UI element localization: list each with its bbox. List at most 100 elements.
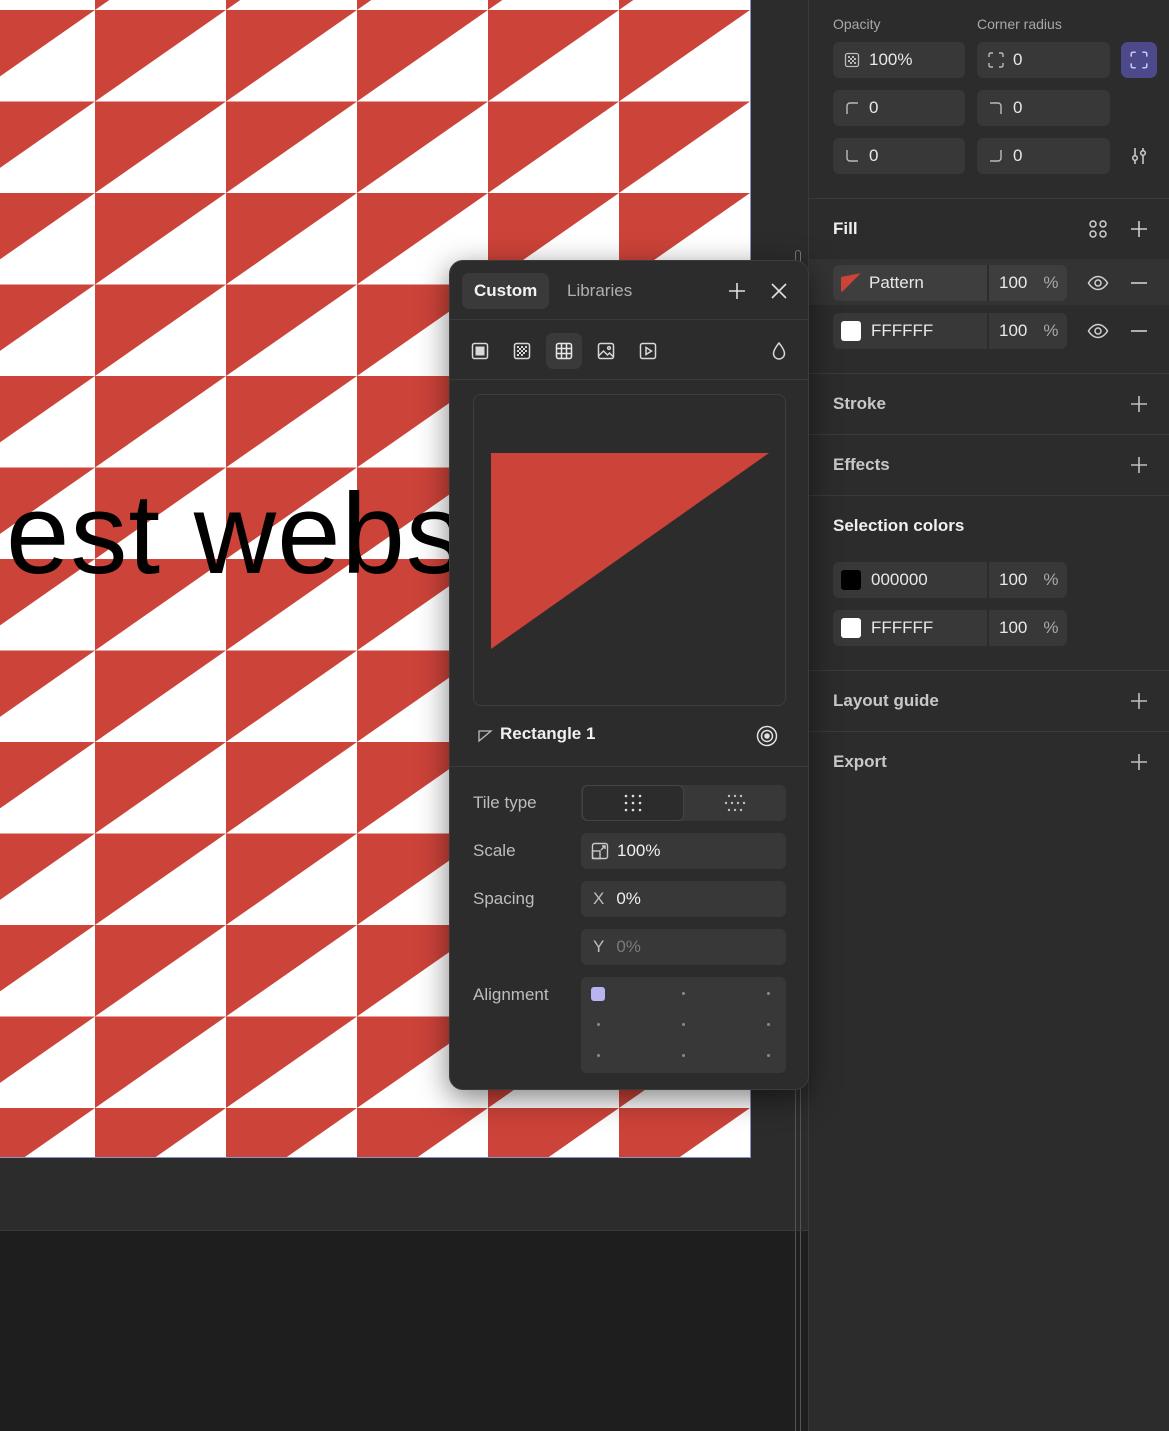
alignment-middle-right[interactable] xyxy=(767,1023,770,1026)
white-swatch[interactable] xyxy=(841,618,861,638)
alignment-bottom-right[interactable] xyxy=(767,1054,770,1057)
pattern-triangle xyxy=(750,10,751,102)
corner-top-right-field[interactable]: 0 xyxy=(977,90,1110,126)
fill-solid-opacity-value: 100 xyxy=(999,321,1028,340)
independent-corners-toggle[interactable] xyxy=(1121,42,1157,78)
add-fill-button[interactable] xyxy=(1127,217,1151,241)
white-swatch[interactable] xyxy=(841,321,861,341)
alignment-bottom-center[interactable] xyxy=(682,1054,685,1057)
alignment-center[interactable] xyxy=(682,1023,685,1026)
canvas-text-layer[interactable]: est webs xyxy=(6,478,464,592)
pattern-triangle xyxy=(95,10,226,102)
close-icon xyxy=(771,283,787,299)
fill-solid-opacity[interactable]: 100 % xyxy=(987,313,1067,349)
tile-type-label: Tile type xyxy=(473,793,537,812)
eyedropper-button[interactable] xyxy=(767,339,791,363)
pattern-triangle xyxy=(0,925,95,992)
opacity-field[interactable]: 100% xyxy=(833,42,965,78)
selection-color-white-opacity[interactable]: 100 % xyxy=(987,610,1067,646)
fill-type-solid[interactable] xyxy=(462,333,498,369)
pattern-triangle xyxy=(0,0,95,10)
section-divider xyxy=(809,198,1169,199)
scale-field[interactable]: 100% xyxy=(581,833,786,869)
grid-dots-icon xyxy=(624,794,642,812)
gradient-icon xyxy=(513,342,531,360)
alignment-middle-left[interactable] xyxy=(597,1023,600,1026)
alignment-top-center[interactable] xyxy=(682,992,685,995)
pattern-triangle xyxy=(0,742,95,809)
tile-type-grid[interactable] xyxy=(582,785,684,821)
tab-libraries[interactable]: Libraries xyxy=(555,273,644,309)
fill-solid-name-field[interactable]: FFFFFF xyxy=(833,313,987,349)
effects-title: Effects xyxy=(833,455,890,474)
fill-type-image[interactable] xyxy=(588,333,624,369)
pattern-triangle xyxy=(619,0,634,10)
droplet-icon xyxy=(772,341,786,360)
add-effect-button[interactable] xyxy=(1127,453,1151,477)
pattern-triangle xyxy=(0,193,95,260)
pattern-triangle xyxy=(488,10,619,102)
fill-pattern-name-field[interactable]: Pattern xyxy=(833,265,987,301)
corner-top-left-field[interactable]: 0 xyxy=(833,90,965,126)
pattern-swatch-icon[interactable] xyxy=(841,273,861,293)
alignment-top-right[interactable] xyxy=(767,992,770,995)
corner-bottom-right-field[interactable]: 0 xyxy=(977,138,1110,174)
spacing-y-field[interactable]: Y 0% xyxy=(581,929,786,965)
alignment-bottom-left[interactable] xyxy=(597,1054,600,1057)
pattern-preview xyxy=(473,394,786,706)
popover-divider xyxy=(450,766,808,767)
spacing-x-field[interactable]: X 0% xyxy=(581,881,786,917)
corner-radius-field[interactable]: 0 xyxy=(977,42,1110,78)
spacing-label: Spacing xyxy=(473,889,535,908)
fill-solid-name: FFFFFF xyxy=(871,321,934,340)
toggle-visibility-button[interactable] xyxy=(1086,271,1110,295)
alignment-top-left[interactable] xyxy=(591,987,605,1001)
tile-type-offset[interactable] xyxy=(684,785,786,821)
alignment-grid[interactable] xyxy=(581,977,786,1073)
pattern-triangle xyxy=(488,0,503,10)
pattern-triangle xyxy=(95,376,226,468)
plus-icon xyxy=(1131,754,1147,770)
fill-item-solid[interactable]: FFFFFF 100 % xyxy=(833,313,1067,349)
close-popover-button[interactable] xyxy=(767,279,791,303)
pattern-triangle xyxy=(488,1108,619,1157)
add-style-button[interactable] xyxy=(725,279,749,303)
pattern-triangle xyxy=(226,376,357,468)
pattern-triangle xyxy=(95,833,226,925)
selection-color-black-field[interactable]: 000000 xyxy=(833,562,987,598)
scale-icon xyxy=(591,842,609,860)
selection-color-white[interactable]: FFFFFF 100 % xyxy=(833,610,1067,646)
selection-color-white-field[interactable]: FFFFFF xyxy=(833,610,987,646)
pattern-triangle xyxy=(95,1016,226,1108)
styles-grid-icon xyxy=(1089,220,1107,238)
remove-fill-button[interactable] xyxy=(1127,271,1151,295)
fill-item-pattern[interactable]: Pattern 100 % xyxy=(833,265,1067,301)
toggle-visibility-button[interactable] xyxy=(1086,319,1110,343)
add-stroke-button[interactable] xyxy=(1127,392,1151,416)
spacing-y-prefix: Y xyxy=(593,937,605,956)
select-source-button[interactable] xyxy=(755,724,779,748)
pattern-triangle xyxy=(0,650,95,717)
pattern-triangle xyxy=(750,0,751,10)
selection-color-black-opacity[interactable]: 100 % xyxy=(987,562,1067,598)
fill-picker-popover[interactable]: Custom Libraries Rectangle 1 Tile type S… xyxy=(449,260,809,1090)
fill-type-gradient[interactable] xyxy=(504,333,540,369)
black-swatch[interactable] xyxy=(841,570,861,590)
corner-radius-value: 0 xyxy=(1013,50,1023,69)
pattern-triangle xyxy=(95,1108,226,1157)
fill-type-video[interactable] xyxy=(630,333,666,369)
selection-color-black[interactable]: 000000 100 % xyxy=(833,562,1067,598)
corner-settings-button[interactable] xyxy=(1127,144,1151,168)
corner-top-right-value: 0 xyxy=(1013,98,1023,117)
remove-fill-button[interactable] xyxy=(1127,319,1151,343)
triangle-layer-icon xyxy=(478,730,493,743)
corner-radius-label: Corner radius xyxy=(977,16,1062,32)
add-layout-guide-button[interactable] xyxy=(1127,689,1151,713)
tab-custom[interactable]: Custom xyxy=(462,273,550,309)
fill-type-pattern[interactable] xyxy=(546,333,582,369)
percent-sign: % xyxy=(1043,618,1059,637)
corner-bottom-left-field[interactable]: 0 xyxy=(833,138,965,174)
fill-pattern-opacity[interactable]: 100 % xyxy=(987,265,1067,301)
fill-styles-button[interactable] xyxy=(1086,217,1110,241)
add-export-button[interactable] xyxy=(1127,750,1151,774)
